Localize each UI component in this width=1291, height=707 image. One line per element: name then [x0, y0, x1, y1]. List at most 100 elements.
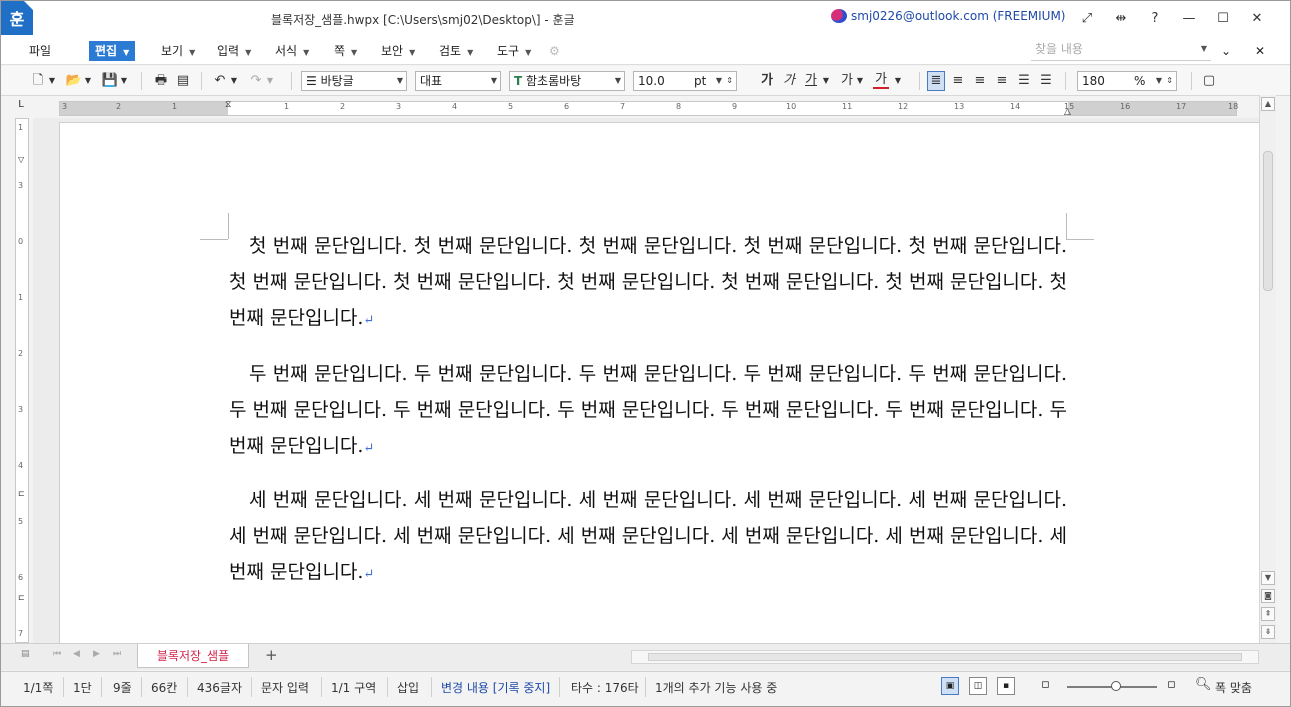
paragraph[interactable]: 세 번째 문단입니다. 세 번째 문단입니다. 세 번째 문단입니다. 세 번째… — [229, 482, 1067, 593]
print-preview-icon[interactable]: ▤ — [173, 71, 193, 91]
right-indent-marker-icon[interactable]: △ — [1064, 107, 1071, 117]
align-split-icon[interactable]: ☰ — [1037, 71, 1055, 91]
font-color-button[interactable]: 가 — [873, 71, 889, 89]
document-area[interactable]: 첫 번째 문단입니다. 첫 번째 문단입니다. 첫 번째 문단입니다. 첫 번째… — [33, 118, 1259, 643]
close-button[interactable]: ✕ — [1240, 11, 1274, 26]
align-right-icon[interactable]: ≡ — [993, 71, 1011, 91]
zoom-slider-thumb[interactable] — [1111, 681, 1121, 691]
menu-view[interactable]: 보기 ▼ — [161, 41, 195, 61]
full-page-view-icon[interactable]: ◫ — [969, 677, 987, 695]
chevron-down-icon[interactable]: ▼ — [229, 71, 239, 91]
align-distribute-icon[interactable]: ☰ — [1015, 71, 1033, 91]
underline-button[interactable]: 가 — [803, 71, 819, 91]
prev-page-icon[interactable]: ⇞ — [1261, 607, 1275, 621]
menu-tools[interactable]: 도구 ▼ — [497, 41, 531, 61]
scroll-thumb[interactable] — [648, 653, 1242, 661]
zoom-out-icon[interactable]: ▫ — [1041, 677, 1050, 692]
paragraph-marker-icon[interactable]: ⊏ — [18, 593, 25, 602]
paragraph-marker-icon[interactable]: ⊏ — [18, 489, 25, 498]
align-justify-icon[interactable]: ≣ — [927, 71, 945, 91]
fit-width-button[interactable]: 폭 맞춤 — [1215, 679, 1252, 696]
ruler-corner-button[interactable]: L — [11, 99, 31, 117]
save-icon[interactable]: 💾 — [101, 71, 119, 91]
font-group-select[interactable]: 대표 ▼ — [415, 71, 501, 91]
zoom-in-icon[interactable]: ▫ — [1167, 677, 1176, 692]
undo-icon[interactable]: ↶ — [211, 71, 229, 91]
sheet-menu-icon[interactable]: ▤ — [21, 649, 30, 659]
maximize-button[interactable]: ☐ — [1206, 11, 1240, 26]
redo-icon[interactable]: ↷ — [247, 71, 265, 91]
paragraph[interactable]: 첫 번째 문단입니다. 첫 번째 문단입니다. 첫 번째 문단입니다. 첫 번째… — [229, 228, 1067, 339]
new-document-icon[interactable]: 🗋 — [29, 71, 47, 91]
horizontal-ruler[interactable]: 3 2 1 1 2 3 4 5 6 7 8 9 10 11 12 13 14 1… — [59, 100, 1238, 117]
font-size-input[interactable]: 10.0 pt ▼ ⇕ — [633, 71, 737, 91]
next-tab-icon[interactable]: ▶ — [93, 649, 100, 659]
chevron-down-icon[interactable]: ▼ — [83, 71, 93, 91]
chevron-down-icon[interactable]: ▼ — [47, 71, 57, 91]
chevron-down-icon: ▼ — [351, 48, 358, 57]
font-select[interactable]: T 함초롬바탕 ▼ — [509, 71, 625, 91]
status-insert-mode[interactable]: 삽입 — [397, 679, 419, 696]
scroll-down-icon[interactable]: ▼ — [1261, 571, 1275, 585]
menu-view-label: 보기 — [161, 44, 184, 58]
chevron-down-icon[interactable]: ▼ — [893, 71, 903, 91]
zoom-input[interactable]: 180 % ▼ ⇕ — [1077, 71, 1177, 91]
chevron-down-icon[interactable]: ▼ — [265, 71, 275, 91]
chevron-down-icon[interactable]: ▼ — [855, 71, 865, 91]
chevron-down-icon[interactable]: ▼ — [821, 71, 831, 91]
status-page[interactable]: 1/1쪽 — [23, 679, 53, 696]
close-document-icon[interactable]: ✕ — [1255, 41, 1265, 61]
web-view-icon[interactable]: ▪ — [997, 677, 1015, 695]
scroll-up-icon[interactable]: ▲ — [1261, 97, 1275, 111]
first-tab-icon[interactable]: ⏮ — [53, 649, 61, 659]
top-margin-marker-icon[interactable]: ▽ — [18, 155, 24, 164]
style-select[interactable]: ☰ 바탕글 ▼ — [301, 71, 407, 91]
open-folder-icon[interactable]: 📂 — [65, 71, 83, 91]
menu-format[interactable]: 서식 ▼ — [275, 41, 309, 61]
menu-edit[interactable]: 편집 ▼ — [89, 41, 136, 61]
chevron-down-icon[interactable]: ▼ — [119, 71, 129, 91]
menu-security[interactable]: 보안 ▼ — [381, 41, 415, 61]
normal-view-icon[interactable]: ▣ — [941, 677, 959, 695]
page-browse-icon[interactable]: ◙ — [1261, 589, 1275, 603]
document-tab-bar: ▤ ⏮ ◀ ▶ ⏭ 블록저장_샘플 + — [1, 643, 1290, 670]
align-center-icon[interactable]: ≡ — [971, 71, 989, 91]
app-logo-icon[interactable]: 훈 — [1, 1, 33, 35]
bold-button[interactable]: 가 — [759, 71, 775, 91]
vertical-scrollbar[interactable]: ▲ ▼ ◙ ⇞ ⇟ — [1259, 95, 1276, 643]
scroll-thumb[interactable] — [1263, 151, 1273, 291]
ruler-label: 10 — [786, 102, 797, 111]
last-tab-icon[interactable]: ⏭ — [113, 649, 121, 659]
strikethrough-button[interactable]: 가 — [839, 71, 855, 91]
indent-marker-icon[interactable]: ⧖ — [225, 100, 231, 110]
find-input[interactable]: 찾을 내용 ▼ — [1031, 39, 1211, 61]
next-page-icon[interactable]: ⇟ — [1261, 625, 1275, 639]
ruler-label: 0 — [18, 237, 24, 246]
menu-page[interactable]: 쪽 ▼ — [334, 41, 357, 61]
align-left-icon[interactable]: ≡ — [949, 71, 967, 91]
minimize-button[interactable]: — — [1172, 11, 1206, 26]
menu-file[interactable]: 파일 — [29, 41, 51, 61]
ribbon-collapse-icon[interactable]: ⌄ — [1221, 41, 1231, 61]
status-input-mode[interactable]: 문자 입력 — [261, 679, 309, 696]
paragraph[interactable]: 두 번째 문단입니다. 두 번째 문단입니다. 두 번째 문단입니다. 두 번째… — [229, 356, 1067, 467]
prev-tab-icon[interactable]: ◀ — [73, 649, 80, 659]
add-tab-button[interactable]: + — [265, 646, 278, 664]
account-info[interactable]: smj0226@outlook.com (FREEMIUM) — [831, 9, 1066, 23]
italic-button[interactable]: 가 — [781, 71, 797, 91]
help-icon[interactable]: ? — [1138, 11, 1172, 26]
split-view-icon[interactable]: ⇹ — [1104, 11, 1138, 26]
menu-insert[interactable]: 입력 ▼ — [217, 41, 251, 61]
fullscreen-icon[interactable]: ⤢ — [1070, 11, 1104, 26]
horizontal-scrollbar[interactable] — [631, 650, 1259, 664]
page-view-icon[interactable]: ▢ — [1201, 71, 1217, 91]
ruler-label: 11 — [842, 102, 853, 111]
search-icon[interactable]: 🔍︎ — [1195, 677, 1212, 692]
document-tab[interactable]: 블록저장_샘플 — [137, 644, 249, 668]
status-track-changes[interactable]: 변경 내용 [기록 중지] — [441, 679, 550, 696]
menu-review[interactable]: 검토 ▼ — [439, 41, 473, 61]
vertical-ruler[interactable]: 1 ▽ 3 0 1 2 3 4 ⊏ 5 6 ⊏ 7 — [15, 118, 29, 643]
print-icon[interactable]: 🖶 — [151, 71, 171, 91]
status-addons[interactable]: 1개의 추가 기능 사용 중 — [655, 679, 777, 696]
chevron-down-icon[interactable]: ▼ — [1201, 39, 1207, 59]
